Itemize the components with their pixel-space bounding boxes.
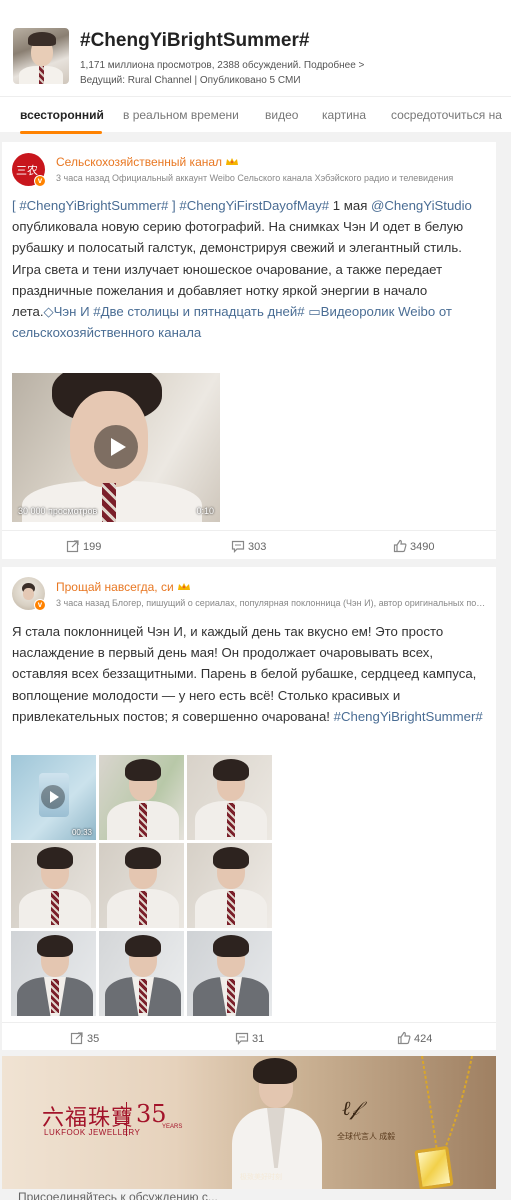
- post-card: 三农 v Сельскохозяйственный канал 3 часа н…: [2, 142, 496, 559]
- ad-years: YEARS: [162, 1124, 183, 1130]
- tab-pictures[interactable]: картина: [322, 108, 366, 122]
- topic-title: #ChengYiBrightSummer#: [80, 30, 310, 51]
- crown-icon: [177, 583, 190, 590]
- topic-cover-image[interactable]: [13, 28, 69, 84]
- topic-header: #ChengYiBrightSummer# 1,171 миллиона про…: [0, 0, 511, 96]
- repost-icon: [70, 1032, 83, 1045]
- hashtag-link[interactable]: #Две столицы и пятнадцать дней#: [93, 304, 304, 319]
- post-meta: 3 часа назад Официальный аккаунт Weibo С…: [56, 173, 454, 183]
- hashtag-link[interactable]: [ #ChengYiBrightSummer# ]: [12, 198, 176, 213]
- comment-icon: [231, 540, 245, 553]
- post-text: [ #ChengYiBrightSummer# ] #ChengYiFirstD…: [12, 195, 490, 343]
- like-button[interactable]: 424: [397, 1031, 432, 1045]
- photo-thumbnail[interactable]: [99, 843, 184, 928]
- video-thumbnail[interactable]: 00:33: [11, 755, 96, 840]
- repost-count: 199: [83, 541, 102, 553]
- pendant-icon: [414, 1145, 454, 1189]
- comment-button[interactable]: 303: [231, 539, 266, 553]
- like-button[interactable]: 3490: [393, 539, 434, 553]
- photo-thumbnail[interactable]: [11, 931, 96, 1016]
- tab-bar: всесторонний в реальном времени видео ка…: [0, 96, 511, 132]
- comment-icon: [235, 1032, 249, 1045]
- video-views: 30 000 просмотров: [18, 506, 98, 516]
- repost-button[interactable]: 199: [66, 539, 101, 553]
- ad-divider: [126, 1102, 127, 1136]
- post-text: Я стала поклонницей Чэн И, и каждый день…: [12, 621, 490, 727]
- comment-count: 303: [248, 541, 267, 553]
- hashtag-link[interactable]: #ChengYiFirstDayofMay#: [179, 198, 329, 213]
- comment-prompt[interactable]: Присоединяйтесь к обсуждению с...: [18, 1190, 218, 1200]
- photo-thumbnail[interactable]: [187, 931, 272, 1016]
- avatar-logo-text: 三农: [16, 164, 38, 177]
- repost-icon: [66, 540, 79, 553]
- author-name[interactable]: Сельскохозяйственный канал: [56, 155, 239, 169]
- photo-thumbnail[interactable]: [99, 755, 184, 840]
- verified-badge-icon: v: [34, 599, 46, 611]
- text-span: 1 мая: [329, 198, 372, 213]
- like-count: 3490: [410, 541, 435, 553]
- topic-host: Ведущий: Rural Channel | Опубликовано 5 …: [80, 75, 301, 86]
- person-link[interactable]: Чэн И: [54, 304, 90, 319]
- author-name-text: Прощай навсегда, си: [56, 580, 174, 594]
- photo-thumbnail[interactable]: [187, 843, 272, 928]
- tab-comprehensive[interactable]: всесторонний: [20, 108, 104, 122]
- ad-bottom-caption: 极致美好时刻: [240, 1174, 282, 1181]
- like-count: 424: [414, 1033, 433, 1045]
- comment-count: 31: [252, 1033, 265, 1045]
- ad-banner[interactable]: 六福珠寶 LUKFOOK JEWELLERY 35 YEARS ℓ𝒻 全球代言人…: [2, 1056, 496, 1189]
- video-player[interactable]: 30 000 просмотров 0:10: [12, 373, 220, 522]
- post-meta: 3 часа назад Блогер, пишущий о сериалах,…: [56, 598, 488, 608]
- repost-button[interactable]: 35: [70, 1031, 99, 1045]
- ad-model-image: [227, 1056, 327, 1189]
- post-actions: 35 31 424: [2, 1022, 496, 1052]
- author-name[interactable]: Прощай навсегда, си: [56, 580, 191, 594]
- comment-button[interactable]: 31: [235, 1031, 264, 1045]
- signature-icon: ℓ𝒻: [342, 1096, 360, 1120]
- thumbnail-duration: 00:33: [71, 828, 92, 837]
- mention-link[interactable]: @ChengYiStudio: [371, 198, 472, 213]
- author-name-text: Сельскохозяйственный канал: [56, 155, 223, 169]
- play-icon[interactable]: [94, 425, 138, 469]
- photo-thumbnail[interactable]: [187, 755, 272, 840]
- post-card: v Прощай навсегда, си 3 часа назад Блоге…: [2, 567, 496, 1050]
- topic-stats[interactable]: 1,171 миллиона просмотров, 2388 обсужден…: [80, 60, 364, 71]
- active-tab-indicator: [20, 131, 102, 134]
- play-icon: [41, 785, 65, 809]
- thumbs-up-icon: [397, 1031, 411, 1045]
- diamond-icon: ◇: [43, 304, 54, 320]
- post-actions: 199 303 3490: [2, 530, 496, 560]
- crown-icon: [226, 158, 239, 165]
- photo-thumbnail[interactable]: [11, 843, 96, 928]
- hashtag-link[interactable]: #ChengYiBrightSummer#: [334, 709, 483, 724]
- thumbs-up-icon: [393, 539, 407, 553]
- video-link-icon: ▭: [308, 304, 321, 320]
- repost-count: 35: [87, 1033, 100, 1045]
- photo-thumbnail[interactable]: [99, 931, 184, 1016]
- tab-video[interactable]: видео: [265, 108, 298, 122]
- video-duration: 0:10: [196, 506, 214, 516]
- ad-caption: 全球代言人 成毅: [337, 1132, 396, 1141]
- tab-follow[interactable]: сосредоточиться на: [391, 108, 502, 122]
- tab-realtime[interactable]: в реальном времени: [123, 108, 239, 122]
- verified-badge-icon: v: [34, 175, 46, 187]
